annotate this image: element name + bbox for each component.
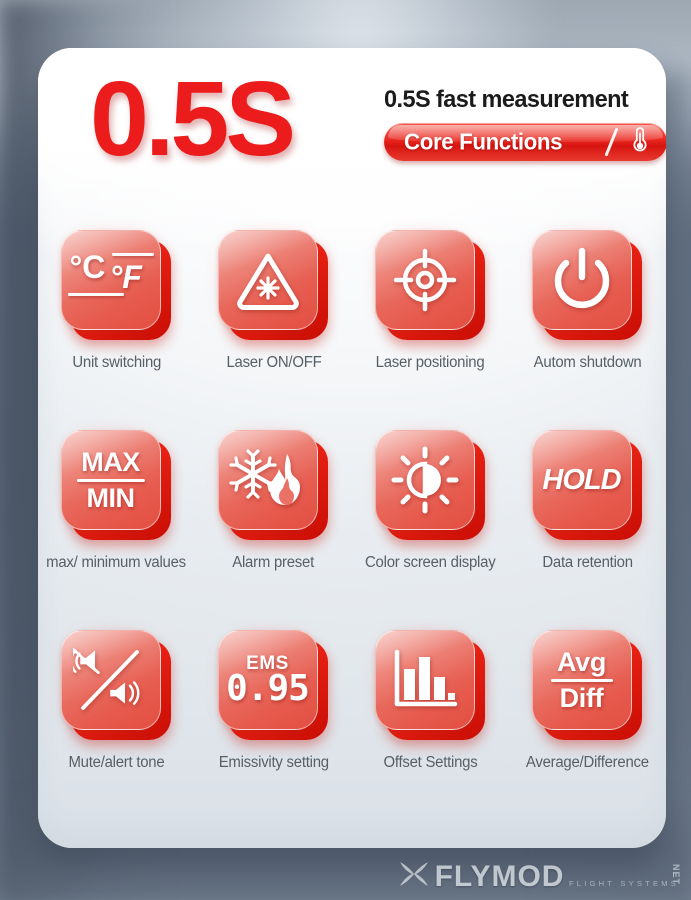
feature-label: Average/Difference: [526, 754, 649, 771]
card-header: 0.5S 0.5S fast measurement Core Function…: [38, 48, 666, 208]
tile-face: Avg Diff: [531, 630, 632, 730]
tile-face: [217, 430, 318, 530]
tile-face: °C °F: [60, 230, 161, 330]
headline-number: 0.5S: [90, 60, 296, 178]
fahrenheit-label: °F: [109, 259, 142, 295]
tile-wrap: HOLD: [527, 426, 644, 542]
tile-wrap: [56, 626, 173, 742]
max-min-icon: MAX MIN: [76, 446, 145, 513]
feature-label: max/ minimum values: [46, 554, 187, 571]
tile-face: [374, 430, 475, 530]
tile-face: MAX MIN: [60, 430, 161, 530]
watermark-brand: FLYMOD: [434, 859, 565, 893]
feature-item-average-difference[interactable]: Avg Diff Average/Difference: [509, 624, 666, 824]
feature-label: Emissivity setting: [218, 754, 329, 771]
max-label: MAX: [81, 446, 140, 477]
fraction-rule: [76, 478, 145, 482]
tile-face: [60, 630, 161, 730]
tile-wrap: [527, 226, 644, 342]
emissivity-icon: EMS 0.95: [226, 654, 310, 709]
feature-item-emissivity[interactable]: EMS 0.95 Emissivity setting: [195, 624, 352, 824]
tile-wrap: °C °F: [56, 226, 173, 342]
mute-alert-speaker-icon: [72, 644, 149, 716]
feature-item-color-screen[interactable]: Color screen display: [352, 424, 509, 624]
promo-graphic: 0.5S 0.5S fast measurement Core Function…: [0, 0, 691, 900]
avg-diff-icon: Avg Diff: [550, 646, 613, 713]
feature-label: Alarm preset: [232, 554, 315, 571]
brightness-contrast-icon: [391, 446, 459, 514]
tile-wrap: EMS 0.95: [213, 626, 330, 742]
tile-face: EMS 0.95: [217, 630, 318, 730]
feature-item-auto-shutdown[interactable]: Autom shutdown: [509, 224, 666, 424]
feature-item-max-min[interactable]: MAX MIN max/ minimum values: [38, 424, 195, 624]
celsius-fahrenheit-icon: °C °F: [67, 247, 154, 313]
tile-wrap: [370, 226, 487, 342]
headline-tagline: 0.5S fast measurement: [384, 86, 629, 113]
feature-item-data-retention[interactable]: HOLD Data retention: [509, 424, 666, 624]
tile-wrap: [213, 426, 330, 542]
snowflake-flame-icon: [228, 448, 307, 512]
tile-wrap: [370, 626, 487, 742]
ems-value: 0.95: [226, 667, 310, 709]
tile-face: [217, 230, 318, 330]
feature-label: Laser positioning: [376, 354, 485, 371]
feature-item-offset-settings[interactable]: Offset Settings: [352, 624, 509, 824]
feature-label: Mute/alert tone: [68, 754, 165, 771]
header-right-block: 0.5S fast measurement Core Functions: [384, 86, 666, 161]
tile-face: [374, 230, 475, 330]
propeller-x-icon: [397, 859, 431, 894]
power-icon: [551, 247, 613, 313]
avg-label: Avg: [556, 646, 607, 677]
feature-label: Offset Settings: [383, 754, 478, 771]
fraction-rule: [550, 678, 613, 682]
celsius-label: °C: [69, 249, 106, 285]
watermark-suffix: NET: [671, 863, 681, 885]
feature-item-unit-switching[interactable]: °C °F Unit switching: [38, 224, 195, 424]
feature-label: Autom shutdown: [533, 354, 642, 371]
feature-item-laser-positioning[interactable]: Laser positioning: [352, 224, 509, 424]
feature-label: Color screen display: [365, 554, 496, 571]
tile-face: HOLD: [531, 430, 632, 530]
feature-item-alarm-preset[interactable]: Alarm preset: [195, 424, 352, 624]
laser-warning-triangle-icon: [235, 250, 301, 310]
core-functions-badge: Core Functions: [384, 123, 666, 161]
tile-wrap: [213, 226, 330, 342]
feature-card: 0.5S 0.5S fast measurement Core Function…: [38, 48, 666, 848]
thermometer-icon: [631, 126, 649, 159]
feature-grid: °C °F Unit switching Laser ON/OFF Laser …: [38, 224, 666, 824]
tile-wrap: MAX MIN: [56, 426, 173, 542]
feature-item-mute-alert[interactable]: Mute/alert tone: [38, 624, 195, 824]
feature-label: Data retention: [542, 554, 633, 571]
tile-wrap: Avg Diff: [527, 626, 644, 742]
watermark: FLYMOD NET FLIGHT SYSTEMS: [397, 859, 681, 894]
feature-label: Unit switching: [72, 354, 161, 371]
feature-item-laser-on-off[interactable]: Laser ON/OFF: [195, 224, 352, 424]
badge-label: Core Functions: [404, 128, 563, 155]
watermark-tagline: FLIGHT SYSTEMS: [568, 878, 679, 888]
fahrenheit-rule: [111, 253, 154, 256]
min-label: MIN: [86, 482, 136, 513]
crosshair-target-icon: [392, 247, 458, 313]
tile-face: [374, 630, 475, 730]
hold-icon: HOLD: [542, 463, 621, 496]
bar-chart-icon: [392, 649, 458, 711]
watermark-text: FLYMOD NET FLIGHT SYSTEMS: [434, 859, 681, 893]
tile-face: [531, 230, 632, 330]
tile-wrap: [370, 426, 487, 542]
diff-label: Diff: [559, 682, 604, 713]
feature-label: Laser ON/OFF: [226, 354, 321, 371]
